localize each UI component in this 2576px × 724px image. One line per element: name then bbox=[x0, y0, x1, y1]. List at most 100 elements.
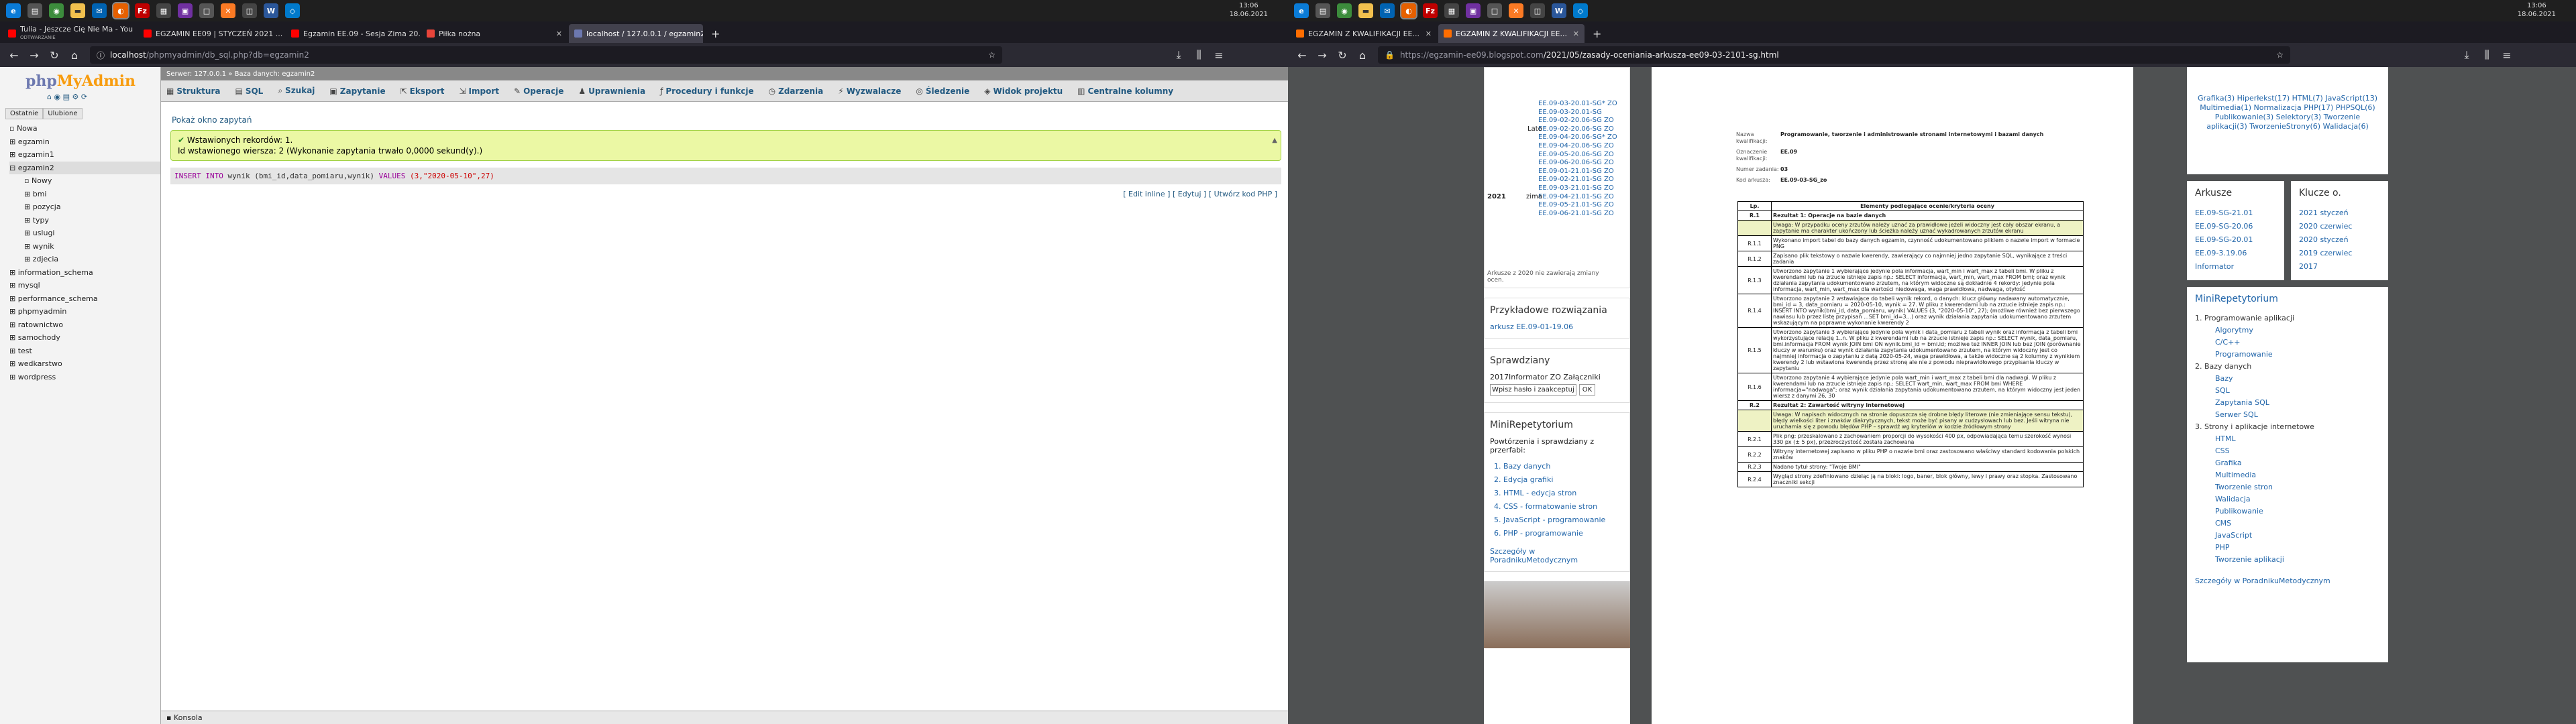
xampp-icon[interactable]: ✕ bbox=[221, 3, 235, 18]
word-icon[interactable]: W bbox=[264, 3, 278, 18]
tree-db-egzamin[interactable]: ⊞ egzamin bbox=[9, 135, 160, 149]
mini-item[interactable]: HTML - edycja stron bbox=[1503, 487, 1624, 500]
sprawdziany-text[interactable]: 2017Informator ZO Załączniki bbox=[1490, 373, 1624, 381]
explorer-icon[interactable]: ▬ bbox=[1358, 3, 1373, 18]
mini-item[interactable]: JavaScript - programowanie bbox=[1503, 514, 1624, 527]
mail-icon[interactable]: ✉ bbox=[92, 3, 107, 18]
tab-youtube[interactable]: Tulia - Jeszcze Cię Nie Ma - You ODTWARZA… bbox=[3, 24, 137, 43]
tab-blog-1[interactable]: EGZAMIN Z KWALIFIKACJI EE... ✕ bbox=[1291, 24, 1437, 43]
library-icon[interactable]: ⫼ bbox=[2477, 48, 2497, 62]
explorer-icon[interactable]: ▬ bbox=[70, 3, 85, 18]
tree-table-typy[interactable]: ⊞ typy bbox=[9, 214, 160, 227]
close-icon[interactable]: ✕ bbox=[1420, 29, 1432, 38]
filezilla-icon[interactable]: Fz bbox=[1423, 3, 1438, 18]
menu-widok-projektu[interactable]: ◈ Widok projektu bbox=[984, 86, 1063, 96]
mini-item[interactable]: PHP - programowanie bbox=[1503, 527, 1624, 540]
menu-szukaj[interactable]: ⌕ Szukaj bbox=[278, 86, 315, 96]
password-input[interactable]: Wpisz hasło i zaakceptuj bbox=[1490, 384, 1576, 396]
calculator-icon[interactable]: ▦ bbox=[1444, 3, 1459, 18]
reload-button[interactable]: ↻ bbox=[44, 49, 64, 62]
tab-egzamin-sesja[interactable]: Egzamin EE.09 - Sesja Zima 20...✕ bbox=[286, 24, 420, 43]
store-icon[interactable]: ▤ bbox=[1316, 3, 1330, 18]
mini-item[interactable]: Bazy danych bbox=[1503, 460, 1624, 473]
url-bar[interactable]: 🔒 https://egzamin-ee09.blogspot.com/2021/… bbox=[1378, 46, 2290, 64]
menu-uprawnienia[interactable]: ♟ Uprawnienia bbox=[578, 86, 645, 96]
photo-icon[interactable]: ▣ bbox=[1466, 3, 1481, 18]
tree-db-wedkarstwo[interactable]: ⊞ wedkarstwo bbox=[9, 357, 160, 371]
scroll-up-icon[interactable]: ▲ bbox=[1272, 137, 1277, 144]
tree-table-zdjecia[interactable]: ⊞ zdjecia bbox=[9, 253, 160, 266]
menu-procedury[interactable]: ƒ Procedury i funkcje bbox=[660, 86, 753, 96]
tree-db-test[interactable]: ⊞ test bbox=[9, 345, 160, 358]
tree-db-phpmyadmin[interactable]: ⊞ phpmyadmin bbox=[9, 305, 160, 318]
menu-icon[interactable]: ≡ bbox=[1209, 49, 1229, 62]
menu-eksport[interactable]: ⇱ Eksport bbox=[400, 86, 445, 96]
tab-blog-2[interactable]: EGZAMIN Z KWALIFIKACJI EE... ✕ bbox=[1438, 24, 1585, 43]
back-button[interactable]: ← bbox=[4, 49, 24, 62]
vscode-icon[interactable]: ◇ bbox=[285, 3, 300, 18]
mini-footer-link[interactable]: Szczegóły w PoradnikuMetodycznym bbox=[1490, 547, 1624, 564]
menu-sql[interactable]: ▤ SQL bbox=[235, 86, 263, 96]
menu-icon[interactable]: ≡ bbox=[2497, 49, 2517, 62]
tree-table-pozycja[interactable]: ⊞ pozycja bbox=[9, 200, 160, 214]
downloads-icon[interactable]: ⤓ bbox=[1169, 48, 1189, 62]
url-bar[interactable]: ⓘ localhost/phpmyadmin/db_sql.php?db=egza… bbox=[90, 46, 1002, 64]
tree-db-samochody[interactable]: ⊞ samochody bbox=[9, 331, 160, 345]
tab-phpmyadmin[interactable]: localhost / 127.0.0.1 / egzamin2✕ bbox=[569, 24, 703, 43]
store-icon[interactable]: ▤ bbox=[28, 3, 42, 18]
app-icon[interactable]: ◫ bbox=[1530, 3, 1545, 18]
menu-wyzwalacze[interactable]: ⚡ Wyzwalacze bbox=[838, 86, 901, 96]
show-query-box-link[interactable]: Pokaż okno zapytań bbox=[161, 102, 1288, 125]
console-bar[interactable]: ▪ Konsola bbox=[161, 711, 1288, 724]
breadcrumb[interactable]: Serwer: 127.0.0.1 » Baza danych: egzamin… bbox=[161, 67, 1288, 80]
menu-zdarzenia[interactable]: ◷ Zdarzenia bbox=[769, 86, 824, 96]
tab-pilka-nozna[interactable]: Piłka nożna ✕ bbox=[421, 24, 568, 43]
chrome-icon[interactable]: ◉ bbox=[49, 3, 64, 18]
app-icon[interactable]: □ bbox=[199, 3, 214, 18]
ad-image[interactable] bbox=[1484, 581, 1630, 648]
edge-icon[interactable]: e bbox=[1294, 3, 1309, 18]
clock-right[interactable]: 13:06 18.06.2021 bbox=[2518, 1, 2556, 19]
tree-item-new-table[interactable]: ▫ Nowy bbox=[9, 174, 160, 188]
vscode-icon[interactable]: ◇ bbox=[1573, 3, 1588, 18]
firefox-icon[interactable]: ◐ bbox=[112, 2, 129, 19]
firefox-icon[interactable]: ◐ bbox=[1400, 2, 1417, 19]
menu-import[interactable]: ⇲ Import bbox=[459, 86, 499, 96]
home-button[interactable]: ⌂ bbox=[1352, 49, 1373, 62]
mini-item[interactable]: CSS - formatowanie stron bbox=[1503, 500, 1624, 514]
downloads-icon[interactable]: ⤓ bbox=[2457, 48, 2477, 62]
edge-icon[interactable]: e bbox=[6, 3, 21, 18]
bookmark-star-icon[interactable]: ☆ bbox=[2276, 50, 2284, 60]
tree-table-uslugi[interactable]: ⊞ uslugi bbox=[9, 227, 160, 240]
mini-item[interactable]: Edycja grafiki bbox=[1503, 473, 1624, 487]
reload-button[interactable]: ↻ bbox=[1332, 49, 1352, 62]
word-icon[interactable]: W bbox=[1552, 3, 1566, 18]
home-button[interactable]: ⌂ bbox=[64, 49, 85, 62]
app-icon[interactable]: ◫ bbox=[242, 3, 257, 18]
new-tab-button[interactable]: + bbox=[1586, 24, 1608, 43]
tag-cloud[interactable]: Grafika(3) Hiperłekst(17) HTML(7) JavaSc… bbox=[2195, 94, 2380, 131]
close-icon[interactable]: ✕ bbox=[133, 29, 137, 38]
tree-db-egzamin1[interactable]: ⊞ egzamin1 bbox=[9, 148, 160, 162]
forward-button[interactable]: → bbox=[1312, 49, 1332, 62]
menu-centralne-kolumny[interactable]: ▥ Centralne kolumny bbox=[1077, 86, 1173, 96]
pma-quick-icons[interactable]: ⌂ ◉ ▤ ⚙ ⟳ bbox=[0, 90, 160, 101]
forward-button[interactable]: → bbox=[24, 49, 44, 62]
clock-left[interactable]: 13:06 18.06.2021 bbox=[1230, 1, 1268, 19]
tree-table-wynik[interactable]: ⊞ wynik bbox=[9, 240, 160, 253]
filezilla-icon[interactable]: Fz bbox=[135, 3, 150, 18]
tree-db-egzamin2[interactable]: ⊟ egzamin2 bbox=[9, 161, 160, 174]
new-tab-button[interactable]: + bbox=[704, 24, 727, 43]
tree-db-mysql[interactable]: ⊞ mysql bbox=[9, 279, 160, 292]
tab-recent[interactable]: Ostatnie bbox=[5, 108, 44, 119]
tree-db-information-schema[interactable]: ⊞ information_schema bbox=[9, 266, 160, 280]
menu-zapytanie[interactable]: ▣ Zapytanie bbox=[329, 86, 385, 96]
library-icon[interactable]: ⫼ bbox=[1189, 48, 1209, 62]
tree-db-wordpress[interactable]: ⊞ wordpress bbox=[9, 371, 160, 384]
xampp-icon[interactable]: ✕ bbox=[1509, 3, 1523, 18]
menu-operacje[interactable]: ✎ Operacje bbox=[514, 86, 564, 96]
photo-icon[interactable]: ▣ bbox=[178, 3, 193, 18]
close-icon[interactable]: ✕ bbox=[282, 29, 284, 38]
ok-button[interactable]: OK bbox=[1578, 384, 1596, 396]
tree-item-new[interactable]: ▫ Nowa bbox=[9, 122, 160, 135]
